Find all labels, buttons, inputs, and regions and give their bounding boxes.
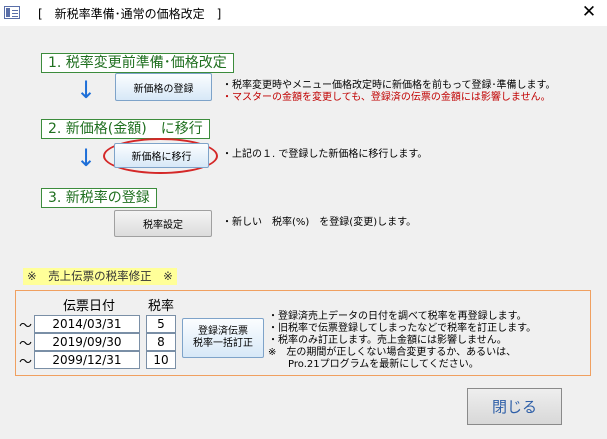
step1-note-1: ・税率変更時やメニュー価格改定時に新価格を前もって登録･準備します。 — [222, 80, 556, 91]
form-icon — [4, 6, 20, 19]
register-new-price-button[interactable]: 新価格の登録 — [115, 73, 212, 101]
tax-rate-setting-button[interactable]: 税率設定 — [114, 210, 212, 237]
close-icon[interactable]: ✕ — [577, 1, 601, 23]
rate-field-1[interactable]: 5 — [146, 315, 176, 333]
step3-note: ・新しい 税率(%) を登録(変更)します。 — [222, 217, 417, 228]
title-bar: [ 新税率準備･通常の価格改定 ] ✕ — [0, 0, 607, 27]
date-field-3[interactable]: 2099/12/31 — [34, 351, 140, 369]
step1-note-2: ・マスターの金額を変更しても、登録済の伝票の金額には影響しません。 — [222, 92, 551, 103]
correction-note-1: ・登録済売上データの日付を調べて税率を再登録します。 — [268, 311, 527, 322]
step2-note: ・上記の１. で登録した新価格に移行します。 — [222, 149, 428, 160]
range-tilde: 〜 — [19, 337, 33, 352]
step2-heading: 2. 新価格(金額) に移行 — [41, 119, 210, 139]
bulk-button-line2: 税率一括訂正 — [193, 338, 253, 349]
col-header-rate: 税率 — [148, 299, 175, 314]
close-button[interactable]: 閉じる — [467, 388, 562, 425]
col-header-date: 伝票日付 — [63, 299, 116, 314]
date-field-1[interactable]: 2014/03/31 — [34, 315, 140, 333]
bulk-tax-correction-button[interactable]: 登録済伝票 税率一括訂正 — [182, 318, 264, 358]
correction-note-2: ・旧税率で伝票登録してしまったなどで税率を訂正します。 — [268, 323, 537, 334]
correction-note-4: ※ 左の期間が正しくない場合変更するか、あるいは、 — [268, 347, 517, 358]
correction-note-3: ・税率のみ訂正します。売上金額には影響しません。 — [268, 335, 507, 346]
correction-label: ※ 売上伝票の税率修正 ※ — [23, 268, 177, 285]
date-field-2[interactable]: 2019/09/30 — [34, 333, 140, 351]
step3-heading: 3. 新税率の登録 — [41, 188, 157, 208]
rate-field-3[interactable]: 10 — [146, 351, 176, 369]
window-title: [ 新税率準備･通常の価格改定 ] — [38, 7, 222, 21]
range-tilde: 〜 — [19, 355, 33, 370]
down-arrow-icon: ↓ — [76, 76, 97, 104]
down-arrow-icon: ↓ — [76, 144, 97, 172]
bulk-button-line1: 登録済伝票 — [198, 326, 248, 337]
step1-heading: 1. 税率変更前準備･価格改定 — [41, 53, 234, 73]
rate-field-2[interactable]: 8 — [146, 333, 176, 351]
migrate-new-price-button[interactable]: 新価格に移行 — [114, 143, 209, 168]
range-tilde: 〜 — [19, 319, 33, 334]
correction-note-5: Pro.21プログラムを最新にしてください。 — [268, 359, 479, 370]
